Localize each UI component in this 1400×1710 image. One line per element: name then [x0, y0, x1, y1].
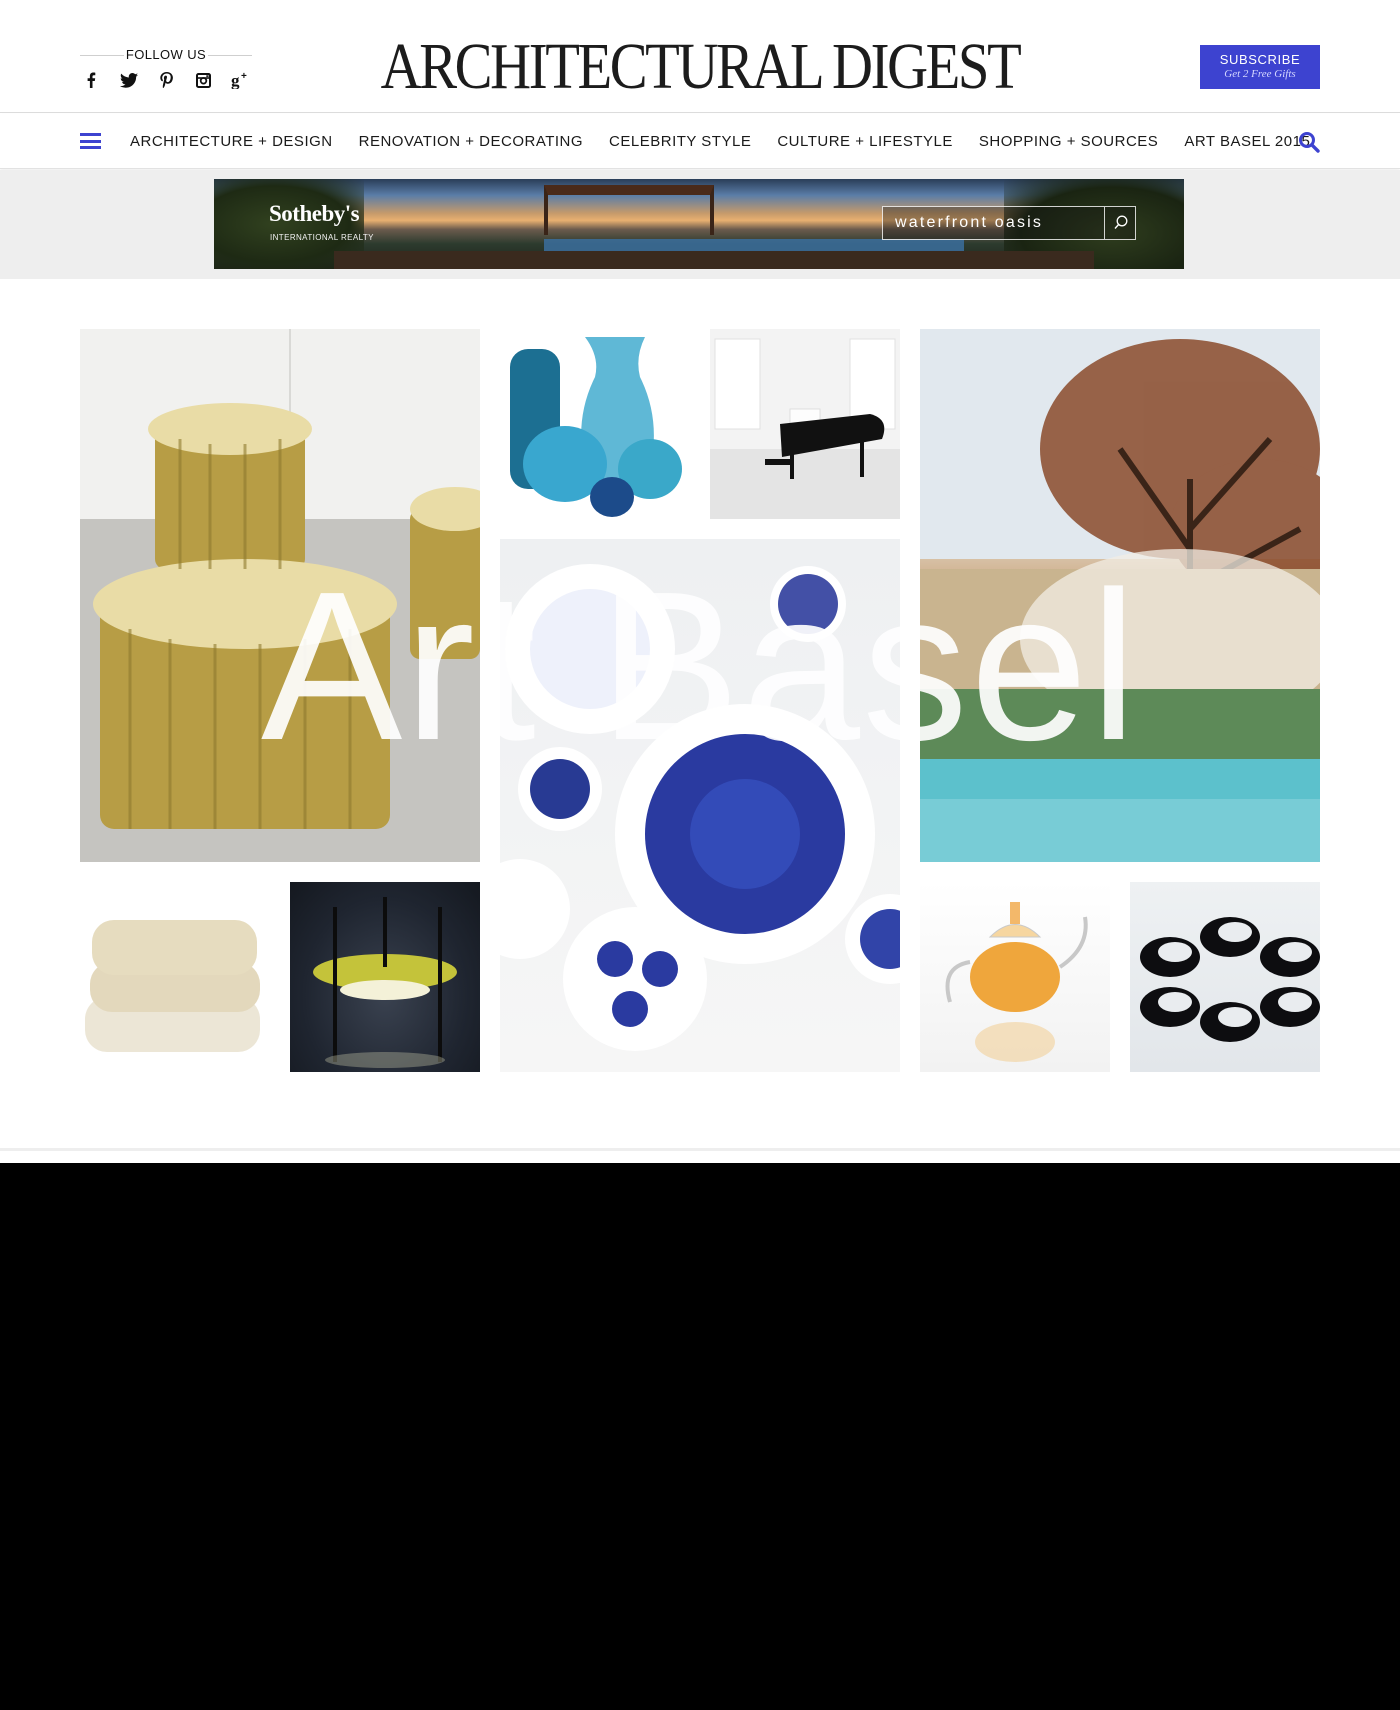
tile-pillows[interactable]: [80, 882, 270, 1072]
tile-fog-pool-tree[interactable]: [920, 329, 1320, 862]
tile-blue-vases[interactable]: [500, 329, 690, 519]
ad-search-text: waterfront oasis: [895, 214, 1044, 231]
ad-band: Sotheby's INTERNATIONAL REALTY waterfron…: [0, 170, 1400, 279]
main-nav: ARCHITECTURE + DESIGN RENOVATION + DECOR…: [0, 114, 1400, 169]
subscribe-button[interactable]: SUBSCRIBE Get 2 Free Gifts: [1200, 45, 1320, 89]
tile-saucer-lamp[interactable]: [290, 882, 480, 1072]
ad-gazebo: [544, 185, 714, 235]
sothebys-banner-ad[interactable]: Sotheby's INTERNATIONAL REALTY waterfron…: [214, 179, 1184, 269]
nav-item-art-basel-2015[interactable]: ART BASEL 2015: [1184, 133, 1310, 150]
section-divider: [0, 1148, 1400, 1151]
nav-item-renovation-decorating[interactable]: RENOVATION + DECORATING: [359, 133, 583, 150]
ad-deck: [334, 251, 1094, 269]
hamburger-menu-icon[interactable]: [80, 133, 101, 149]
subscribe-sublabel: Get 2 Free Gifts: [1224, 68, 1296, 80]
nav-item-shopping-sources[interactable]: SHOPPING + SOURCES: [979, 133, 1158, 150]
subscribe-label: SUBSCRIBE: [1219, 52, 1301, 67]
nav-item-culture-lifestyle[interactable]: CULTURE + LIFESTYLE: [777, 133, 953, 150]
tile-brass-cloud-tables[interactable]: [80, 329, 480, 862]
ad-search-box[interactable]: waterfront oasis: [882, 206, 1136, 240]
tile-grand-piano-room[interactable]: [710, 329, 900, 519]
ad-brand-subtitle: INTERNATIONAL REALTY: [270, 233, 374, 242]
tile-blue-white-plates[interactable]: [500, 539, 900, 1072]
tile-silver-trays[interactable]: [1130, 882, 1320, 1072]
footer-area: [0, 1163, 1400, 1710]
tile-glass-teapot[interactable]: [920, 882, 1110, 1072]
nav-items: ARCHITECTURE + DESIGN RENOVATION + DECOR…: [130, 114, 1336, 169]
search-icon[interactable]: [1104, 207, 1135, 239]
site-header: FOLLOW US g + ARCHITECTURAL DIGEST SUBSC…: [0, 0, 1400, 113]
ad-brand-logo: Sotheby's: [269, 201, 360, 226]
nav-item-architecture-design[interactable]: ARCHITECTURE + DESIGN: [130, 133, 333, 150]
page: FOLLOW US g + ARCHITECTURAL DIGEST SUBSC…: [0, 0, 1400, 1163]
search-icon[interactable]: [1298, 131, 1320, 153]
nav-item-celebrity-style[interactable]: CELEBRITY STYLE: [609, 133, 751, 150]
site-logo[interactable]: ARCHITECTURAL DIGEST: [98, 30, 1302, 104]
